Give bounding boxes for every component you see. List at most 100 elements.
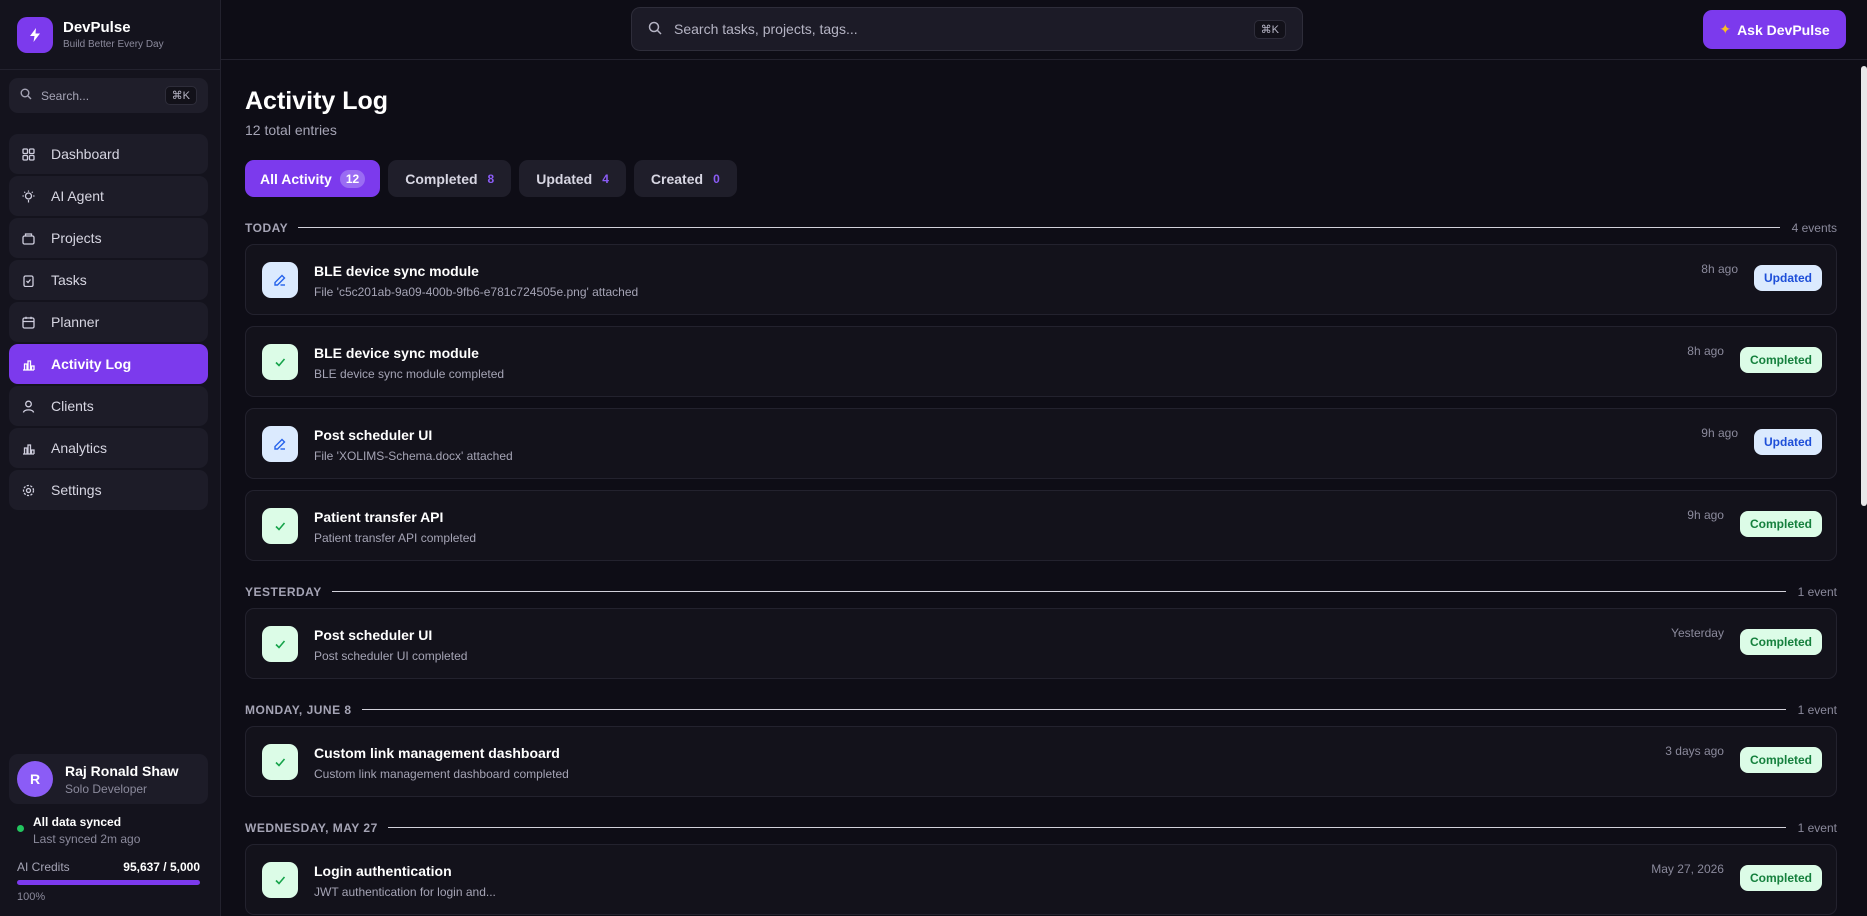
filter-label: Created [650, 170, 704, 187]
sidebar-item-tasks[interactable]: Tasks [9, 260, 208, 300]
entry-description: Custom link management dashboard complet… [314, 767, 569, 781]
entry-time: 9h ago [1687, 508, 1724, 522]
filter-created[interactable]: Created 0 [633, 160, 737, 197]
filter-updated[interactable]: Updated 4 [519, 160, 626, 197]
filter-count: 12 [339, 169, 366, 188]
entry-title: BLE device sync module [314, 345, 479, 361]
filter-tabs: All Activity 12 Completed 8 Updated 4 Cr… [245, 160, 1837, 197]
group-divider [387, 827, 1786, 828]
group-header: MONDAY, JUNE 8 1 event [245, 701, 1837, 718]
search-icon [20, 88, 32, 103]
filter-label: Completed [405, 170, 478, 187]
sync-title: All data synced [33, 815, 122, 829]
entry-time: Yesterday [1671, 626, 1724, 640]
activity-entry[interactable]: Login authentication JWT authentication f… [245, 844, 1837, 915]
folder-icon [22, 231, 36, 245]
sidebar-item-planner[interactable]: Planner [9, 302, 208, 342]
sidebar-item-analytics[interactable]: Analytics [9, 428, 208, 468]
sync-status-dot [17, 825, 24, 832]
sidebar-item-settings[interactable]: Settings [9, 470, 208, 510]
clipboard-icon [22, 273, 36, 287]
sidebar-item-projects[interactable]: Projects [9, 218, 208, 258]
activity-entry[interactable]: Custom link management dashboard Custom l… [245, 726, 1837, 797]
sparkle-icon: ✦ [1719, 21, 1732, 37]
entry-time: 9h ago [1701, 426, 1738, 440]
user-icon [22, 399, 36, 413]
activity-entry[interactable]: BLE device sync module BLE device sync mo… [245, 326, 1837, 397]
group-label: MONDAY, JUNE 8 [245, 702, 352, 717]
sidebar-item-label: AI Agent [51, 188, 104, 204]
entry-meta: 9h ago Updated [1701, 426, 1822, 455]
status-badge: Completed [1739, 511, 1822, 537]
filter-completed[interactable]: Completed 8 [388, 160, 512, 197]
check-icon [262, 862, 298, 898]
group-label: TODAY [245, 220, 289, 235]
sidebar-item-ai-agent[interactable]: AI Agent [9, 176, 208, 216]
check-icon [262, 344, 298, 380]
sidebar-item-activity-log[interactable]: Activity Log [9, 344, 208, 384]
sidebar-item-label: Analytics [51, 440, 108, 456]
sidebar-item-clients[interactable]: Clients [9, 386, 208, 426]
entry-meta: 9h ago Completed [1687, 508, 1822, 537]
entry-title: Post scheduler UI [314, 427, 433, 443]
brand-tagline: Build Better Every Day [63, 39, 164, 50]
status-badge: Completed [1739, 629, 1822, 655]
edit-icon [262, 426, 298, 462]
search-icon [648, 21, 662, 38]
group-count: 1 event [1797, 702, 1837, 717]
entry-time: 8h ago [1687, 344, 1724, 358]
group-divider [361, 709, 1786, 710]
activity-entry[interactable]: Post scheduler UI Post scheduler UI compl… [245, 608, 1837, 679]
avatar: R [17, 761, 53, 797]
status-badge: Updated [1754, 265, 1822, 291]
entry-description: File 'c5c201ab-9a09-400b-9fb6-e781c72450… [314, 285, 639, 299]
entry-title: Patient transfer API [314, 509, 444, 525]
sync-status: All data synced Last synced 2m ago [17, 815, 140, 846]
entry-title: Post scheduler UI [314, 627, 433, 643]
entry-time: May 27, 2026 [1651, 862, 1724, 876]
brand[interactable]: DevPulse Build Better Every Day [0, 0, 220, 70]
group-count: 1 event [1797, 820, 1837, 835]
calendar-icon [22, 315, 36, 329]
user-card[interactable]: R Raj Ronald Shaw Solo Developer [9, 754, 208, 804]
main-content: Activity Log 12 total entries All Activi… [245, 60, 1837, 916]
lightning-icon [17, 16, 53, 53]
sidebar-item-dashboard[interactable]: Dashboard [9, 134, 208, 174]
search-input[interactable]: Search tasks, projects, tags... ⌘K [631, 7, 1303, 51]
sidebar-search[interactable]: Search... ⌘K [9, 78, 208, 113]
activity-entry[interactable]: BLE device sync module File 'c5c201ab-9a0… [245, 244, 1837, 315]
page-title: Activity Log [245, 87, 389, 115]
entry-meta: 8h ago Updated [1701, 262, 1822, 291]
grid-icon [22, 147, 36, 161]
status-badge: Completed [1739, 347, 1822, 373]
credits-percent: 100% [17, 891, 46, 903]
entry-time: 3 days ago [1665, 744, 1724, 758]
entry-description: JWT authentication for login and... [314, 885, 496, 899]
check-icon [262, 508, 298, 544]
sidebar-item-label: Projects [51, 230, 102, 246]
sidebar-nav: Dashboard AI Agent Projects Tasks Planne… [9, 134, 208, 512]
credits-progress-bar [17, 880, 200, 885]
scrollbar[interactable] [1861, 66, 1867, 506]
user-role: Solo Developer [65, 781, 148, 796]
activity-groups: TODAY 4 events BLE device sync module File … [245, 219, 1837, 915]
ask-devpulse-label: Ask DevPulse [1737, 21, 1830, 38]
group-count: 4 events [1791, 220, 1837, 235]
status-badge: Completed [1739, 747, 1822, 773]
group-header: WEDNESDAY, MAY 27 1 event [245, 819, 1837, 836]
sidebar-item-label: Settings [51, 482, 102, 498]
filter-count: 8 [487, 171, 495, 186]
sidebar: DevPulse Build Better Every Day Search..… [0, 0, 221, 916]
group-header: YESTERDAY 1 event [245, 583, 1837, 600]
bar-chart-icon [22, 357, 36, 371]
entry-description: BLE device sync module completed [314, 367, 505, 381]
filter-all-activity[interactable]: All Activity 12 [245, 160, 381, 197]
credits-value: 95,637 / 5,000 [123, 860, 200, 874]
ask-devpulse-button[interactable]: ✦ Ask DevPulse [1703, 10, 1846, 49]
activity-entry[interactable]: Post scheduler UI File 'XOLIMS-Schema.doc… [245, 408, 1837, 479]
entry-meta: 3 days ago Completed [1665, 744, 1822, 773]
group-divider [331, 591, 1786, 592]
activity-entry[interactable]: Patient transfer API Patient transfer API… [245, 490, 1837, 561]
check-icon [262, 626, 298, 662]
entry-title: Custom link management dashboard [314, 745, 560, 761]
